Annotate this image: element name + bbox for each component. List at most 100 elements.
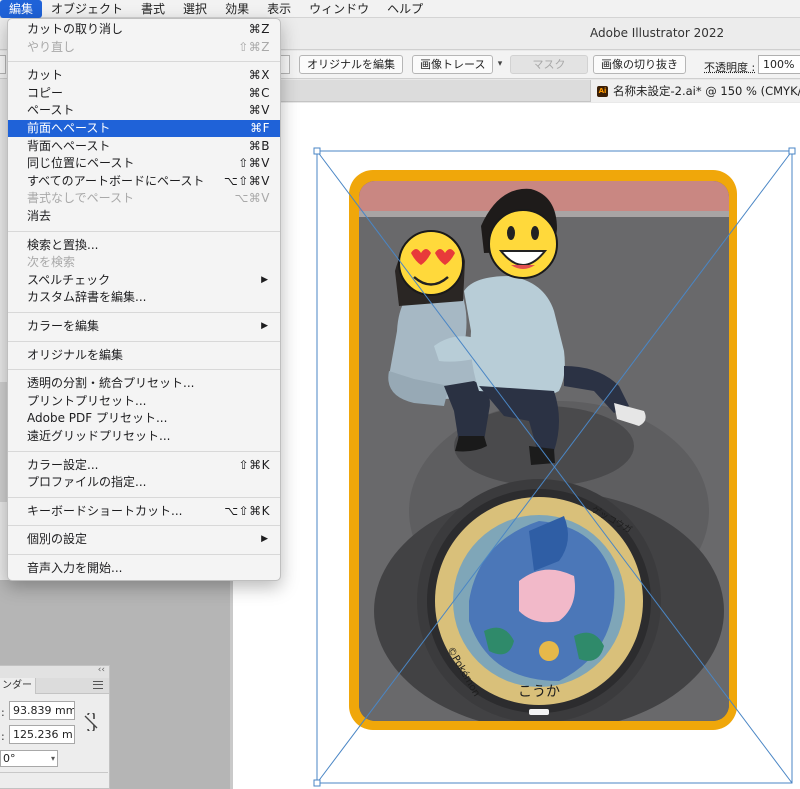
menu-separator [8,496,280,498]
menu-bar: 編集 オブジェクト 書式 選択 効果 表示 ウィンドウ ヘルプ [0,0,800,18]
document-tab[interactable]: Ai 名称未設定-2.ai* @ 150 % (CMYK/プ [590,80,800,102]
menu-item[interactable]: 検索と置換... [8,237,280,254]
menu-separator [8,554,280,555]
menubar-item[interactable]: ウィンドウ [300,0,378,18]
menu-item[interactable]: 個別の設定 ▶ [8,531,280,548]
menu-item[interactable]: 消去 [8,208,280,225]
menu-item[interactable]: 背面へペースト ⌘B [8,138,280,155]
menu-item[interactable]: 透明の分割・統合プリセット... [8,375,280,392]
menu-item-label: カラーを編集 [27,319,100,333]
menu-item[interactable]: 前面へペースト ⌘F [8,120,280,137]
angle-select[interactable]: 0° ▾ [0,750,58,767]
menu-item-label: ペースト [27,103,75,118]
menu-item-label: オリジナルを編集 [27,347,124,362]
app-title: Adobe Illustrator 2022 [590,26,725,40]
edit-original-button[interactable]: オリジナルを編集 [299,55,403,74]
menu-item-label: カスタム辞書を編集... [27,290,147,305]
menu-item[interactable]: 遠近グリッドプリセット... [8,428,280,445]
menu-item-shortcut: ⌘Z [248,22,270,36]
menu-separator [8,450,280,452]
menu-item[interactable]: オリジナルを編集 [8,347,280,364]
menubar-item[interactable]: 効果 [216,0,258,18]
menu-item: 次を検索 [8,254,280,271]
menu-item-shortcut: ⇧⌘K [238,457,270,472]
menu-item-label: すべてのアートボードにペースト [27,173,205,188]
menu-separator [8,230,280,232]
panel-divider [0,772,108,773]
placed-photo[interactable]: こうか ゲッコウガ ©Pokémon [359,181,729,721]
menu-item-label: コピー [27,85,64,100]
menu-item[interactable]: プリントプリセット... [8,393,280,410]
transform-tab[interactable]: ンダー [0,678,36,694]
mask-button[interactable]: マスク [510,55,588,74]
menu-item-label: プロファイルの指定... [27,475,147,490]
menubar-item[interactable]: 書式 [132,0,174,18]
document-tab-bar: Ai 名称未設定-2.ai* @ 150 % (CMYK/プ [230,80,800,102]
menu-item-label: 前面へペースト [27,121,111,135]
edit-menu: カットの取り消し ⌘Z やり直し ⇧⌘Z カット ⌘X コピー ⌘C ペースト ⌘V 前面へペースト… [7,18,281,581]
panel-tabs: ンダー [0,678,109,694]
control-field-stub[interactable] [280,55,290,74]
menu-separator [8,525,280,527]
collapse-panel-icon[interactable]: ‹‹ [98,665,105,675]
menu-item[interactable]: カラーを編集 ▶ [8,318,280,335]
menu-item[interactable]: コピー ⌘C [8,85,280,102]
constrain-proportions-icon[interactable] [84,713,98,731]
menu-item-shortcut: ⌥⇧⌘K [224,503,270,518]
menubar-item[interactable]: 表示 [258,0,300,18]
menubar-item[interactable]: 選択 [174,0,216,18]
width-field[interactable]: 93.839 mm [9,701,75,720]
menu-item[interactable]: ペースト ⌘V [8,102,280,119]
menubar-item[interactable]: オブジェクト [42,0,132,18]
image-trace-dropdown-icon[interactable]: ▾ [493,55,507,74]
menu-item-shortcut: ⌘X [248,68,270,83]
menu-item-label: 透明の分割・統合プリセット... [27,376,195,391]
menu-item[interactable]: カラー設定... ⇧⌘K [8,457,280,474]
menu-item-label: カットの取り消し [27,22,124,36]
menu-item-label: スペルチェック [27,272,111,287]
image-trace-button[interactable]: 画像トレース [412,55,494,74]
menu-item-shortcut: ⇧⌘Z [238,39,270,54]
menu-item-label: 背面へペースト [27,138,111,153]
menu-item: やり直し ⇧⌘Z [8,39,280,56]
menu-item[interactable]: カット ⌘X [8,67,280,84]
menu-item[interactable]: プロファイルの指定... [8,474,280,491]
menu-item-label: 遠近グリッドプリセット... [27,429,171,443]
panel-menu-icon[interactable] [93,681,103,689]
menu-separator [8,312,280,313]
menubar-item[interactable]: 編集 [0,0,43,18]
chevron-down-icon: ▾ [50,754,55,763]
menu-item[interactable]: スペルチェック ▶ [8,272,280,289]
menu-item[interactable]: 音声入力を開始... [8,560,280,577]
angle-value: 0° [3,752,16,765]
menu-item-shortcut: ⌘F [250,121,270,135]
control-field-stub[interactable] [0,55,6,74]
menu-item[interactable]: カスタム辞書を編集... [8,289,280,306]
menu-item-shortcut: ⌘B [248,138,270,153]
manhole-text-bottom: こうか [518,684,560,700]
height-label: : [1,730,5,743]
menu-item-label: カラー設定... [27,457,99,472]
menu-separator [8,340,280,342]
width-label: : [1,706,5,719]
menu-item[interactable]: キーボードショートカット... ⌥⇧⌘K [8,503,280,520]
menu-item-label: キーボードショートカット... [27,503,183,518]
menu-separator [8,369,280,371]
menu-item[interactable]: Adobe PDF プリセット... [8,410,280,427]
menu-item[interactable]: カットの取り消し ⌘Z [8,21,280,38]
crop-image-button[interactable]: 画像の切り抜き [593,55,686,74]
menu-item-label: プリントプリセット... [27,393,147,408]
menu-item-label: 音声入力を開始... [27,561,123,575]
menu-item-label: 個別の設定 [27,532,88,547]
menu-item-label: 検索と置換... [27,237,99,252]
menubar-item[interactable]: ヘルプ [378,0,432,18]
menu-item[interactable]: すべてのアートボードにペースト ⌥⇧⌘V [8,173,280,190]
menu-item-label: やり直し [27,39,76,54]
menu-item[interactable]: 同じ位置にペースト ⇧⌘V [8,155,280,172]
height-field[interactable]: 125.236 m [9,725,75,744]
menu-item: 書式なしでペースト ⌥⌘V [8,190,280,207]
menu-item-shortcut: ⌘C [248,85,270,100]
submenu-arrow-icon: ▶ [261,274,268,285]
opacity-input[interactable] [758,55,800,74]
menu-item-shortcut: ⇧⌘V [238,156,270,171]
